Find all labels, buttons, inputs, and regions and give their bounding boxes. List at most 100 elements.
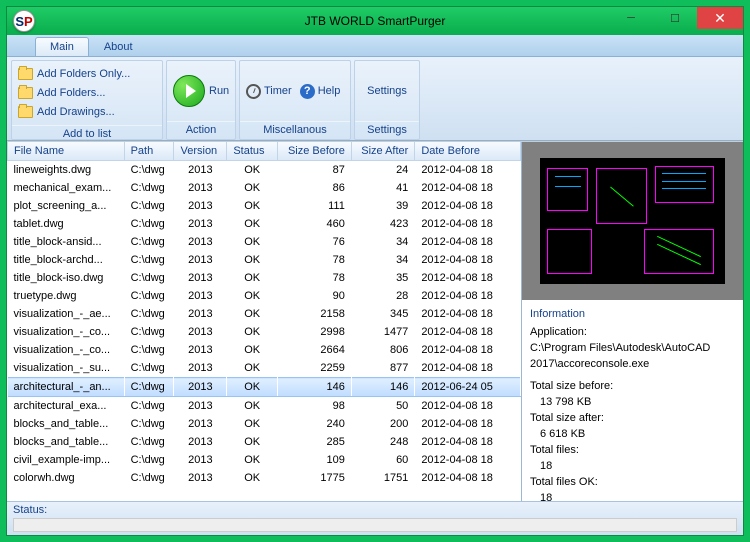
folder-icon [18,87,33,99]
col-date-before[interactable]: Date Before [415,142,521,161]
app-icon: SP [13,10,35,32]
group-label: Miscellanous [240,121,350,139]
cell-date: 2012-04-08 18 [415,161,521,180]
folder-icon [18,68,33,80]
maximize-button[interactable]: ☐ [653,7,697,29]
cell-path: C:\dwg [124,469,174,487]
cell-path: C:\dwg [124,305,174,323]
status-label: Status: [13,504,737,516]
cell-file: title_block-ansid... [8,233,125,251]
col-size-after[interactable]: Size After [351,142,414,161]
table-row[interactable]: blocks_and_table...C:\dwg2013OK240200201… [8,415,521,433]
cell-size-after: 423 [351,215,414,233]
table-row[interactable]: title_block-archd...C:\dwg2013OK78342012… [8,251,521,269]
add-drawings-button[interactable]: Add Drawings... [18,103,115,121]
cell-status: OK [227,433,278,451]
table-row[interactable]: mechanical_exam...C:\dwg2013OK86412012-0… [8,179,521,197]
tab-main[interactable]: Main [35,37,89,56]
table-row[interactable]: plot_screening_a...C:\dwg2013OK111392012… [8,197,521,215]
table-row[interactable]: civil_example-imp...C:\dwg2013OK10960201… [8,451,521,469]
cell-size-after: 877 [351,359,414,378]
table-row[interactable]: blocks_and_table...C:\dwg2013OK285248201… [8,433,521,451]
cell-size-before: 109 [278,451,352,469]
info-title: Information [530,306,735,322]
run-label: Run [209,85,229,97]
help-label: Help [318,85,341,97]
cell-date: 2012-04-08 18 [415,251,521,269]
cell-size-after: 1477 [351,323,414,341]
minimize-button[interactable]: ─ [609,7,653,29]
ribbon: Add Folders Only... Add Folders... Add D… [7,57,743,141]
cell-size-after: 345 [351,305,414,323]
cell-size-after: 39 [351,197,414,215]
cell-size-after: 806 [351,341,414,359]
table-row[interactable]: visualization_-_su...C:\dwg2013OK2259877… [8,359,521,378]
cell-date: 2012-04-08 18 [415,179,521,197]
cell-version: 2013 [174,269,227,287]
col-version[interactable]: Version [174,142,227,161]
group-label: Action [167,121,235,139]
info-app-path: C:\Program Files\Autodesk\AutoCAD 2017\a… [530,340,735,372]
group-add-to-list: Add Folders Only... Add Folders... Add D… [11,60,163,140]
help-button[interactable]: ?Help [300,84,341,99]
timer-label: Timer [264,85,292,97]
cell-file: mechanical_exam... [8,179,125,197]
group-label: Settings [355,121,419,139]
add-folders-only-button[interactable]: Add Folders Only... [18,65,130,83]
run-button[interactable]: Run [173,75,229,107]
table-row[interactable]: lineweights.dwgC:\dwg2013OK87242012-04-0… [8,161,521,180]
col-status[interactable]: Status [227,142,278,161]
cell-status: OK [227,233,278,251]
settings-button[interactable]: Settings [355,61,419,121]
cell-size-before: 2664 [278,341,352,359]
cell-path: C:\dwg [124,341,174,359]
table-row[interactable]: architectural_exa...C:\dwg2013OK98502012… [8,397,521,416]
cell-size-after: 34 [351,251,414,269]
cell-file: architectural_-_an... [8,378,125,397]
col-size-before[interactable]: Size Before [278,142,352,161]
cell-version: 2013 [174,305,227,323]
title-bar[interactable]: SP JTB WORLD SmartPurger ─ ☐ ✕ [7,7,743,35]
cell-size-after: 28 [351,287,414,305]
cell-file: truetype.dwg [8,287,125,305]
tab-about[interactable]: About [89,37,148,56]
cell-file: architectural_exa... [8,397,125,416]
timer-button[interactable]: Timer [246,84,292,99]
cell-date: 2012-04-08 18 [415,269,521,287]
folder-icon [18,106,33,118]
add-folders-only-label: Add Folders Only... [37,66,130,82]
table-row[interactable]: visualization_-_ae...C:\dwg2013OK2158345… [8,305,521,323]
cell-size-after: 146 [351,378,414,397]
cell-size-before: 87 [278,161,352,180]
close-button[interactable]: ✕ [697,7,743,29]
info-total-ok: 18 [530,490,735,501]
table-row[interactable]: visualization_-_co...C:\dwg2013OK2664806… [8,341,521,359]
add-folders-button[interactable]: Add Folders... [18,84,105,102]
table-row[interactable]: tablet.dwgC:\dwg2013OK4604232012-04-08 1… [8,215,521,233]
table-row[interactable]: truetype.dwgC:\dwg2013OK90282012-04-08 1… [8,287,521,305]
cell-size-after: 1751 [351,469,414,487]
table-row[interactable]: architectural_-_an...C:\dwg2013OK1461462… [8,378,521,397]
col-path[interactable]: Path [124,142,174,161]
cell-date: 2012-04-08 18 [415,359,521,378]
cell-version: 2013 [174,397,227,416]
cell-size-before: 2259 [278,359,352,378]
info-size-before-label: Total size before: [530,378,735,394]
table-row[interactable]: title_block-iso.dwgC:\dwg2013OK78352012-… [8,269,521,287]
table-row[interactable]: visualization_-_co...C:\dwg2013OK2998147… [8,323,521,341]
cell-size-after: 200 [351,415,414,433]
info-app-label: Application: [530,324,735,340]
col-file-name[interactable]: File Name [8,142,125,161]
file-table[interactable]: File Name Path Version Status Size Befor… [7,142,521,501]
table-row[interactable]: colorwh.dwgC:\dwg2013OK177517512012-04-0… [8,469,521,487]
cell-version: 2013 [174,451,227,469]
file-list-panel: File Name Path Version Status Size Befor… [7,142,521,501]
add-drawings-label: Add Drawings... [37,104,115,120]
cell-path: C:\dwg [124,359,174,378]
cell-path: C:\dwg [124,251,174,269]
cell-path: C:\dwg [124,197,174,215]
table-row[interactable]: title_block-ansid...C:\dwg2013OK76342012… [8,233,521,251]
cell-path: C:\dwg [124,161,174,180]
cell-version: 2013 [174,161,227,180]
cell-date: 2012-04-08 18 [415,287,521,305]
